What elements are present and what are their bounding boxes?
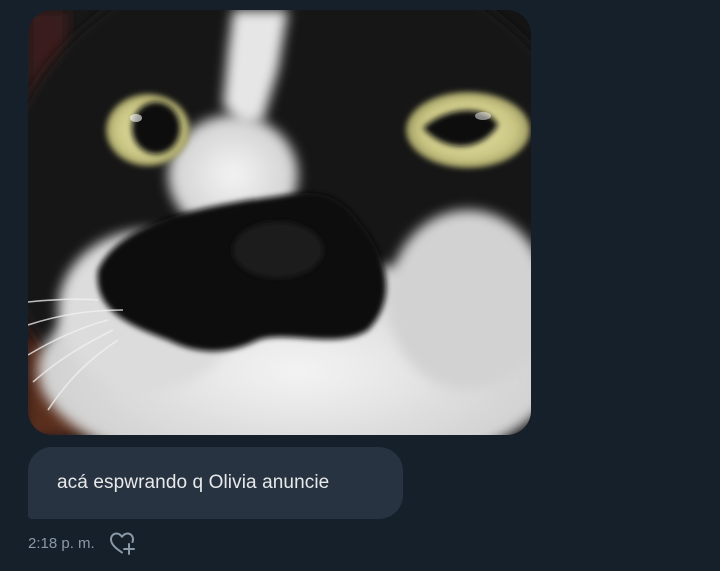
message-timestamp: 2:18 p. m. xyxy=(28,534,95,552)
message-photo[interactable] xyxy=(28,10,531,435)
cat-photo-illustration xyxy=(28,10,531,435)
message-meta: 2:18 p. m. xyxy=(28,528,137,558)
heart-plus-icon xyxy=(109,532,135,555)
add-reaction-button[interactable] xyxy=(107,528,137,558)
dm-thread: acá espwrando q Olivia anuncie 2:18 p. m… xyxy=(0,0,720,571)
message-text: acá espwrando q Olivia anuncie xyxy=(57,472,330,493)
message-bubble[interactable]: acá espwrando q Olivia anuncie xyxy=(28,447,403,519)
